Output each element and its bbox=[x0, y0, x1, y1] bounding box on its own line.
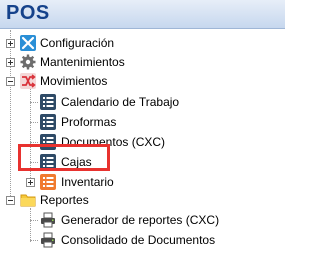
tree-item-label: Mantenimientos bbox=[40, 55, 125, 69]
expand-toggle[interactable] bbox=[26, 178, 35, 187]
tree-item-label: Proformas bbox=[61, 115, 117, 129]
tree-item-calendario[interactable]: Calendario de Trabajo bbox=[0, 92, 285, 112]
list-icon bbox=[40, 94, 56, 110]
tree-item-movimientos[interactable]: Movimientos bbox=[0, 71, 285, 91]
tree-item-consolidado[interactable]: Consolidado de Documentos bbox=[0, 230, 285, 250]
panel-title: POS bbox=[6, 2, 50, 24]
tree-item-label: Generador de reportes (CXC) bbox=[61, 213, 220, 227]
tree-item-label: Inventario bbox=[61, 175, 114, 189]
tree-item-label: Consolidado de Documentos bbox=[61, 233, 216, 247]
expand-toggle[interactable] bbox=[6, 58, 15, 67]
tree-item-mantenimientos[interactable]: Mantenimientos bbox=[0, 52, 285, 72]
tree-item-label: Calendario de Trabajo bbox=[61, 95, 180, 109]
tree-item-reportes[interactable]: Reportes bbox=[0, 190, 285, 210]
tree-item-inventario[interactable]: Inventario bbox=[0, 172, 285, 192]
collapse-toggle[interactable] bbox=[6, 196, 15, 205]
list-icon bbox=[40, 114, 56, 130]
tree-item-configuracion[interactable]: Configuración bbox=[0, 33, 285, 53]
panel-header: POS bbox=[0, 0, 285, 29]
tree-item-generador[interactable]: Generador de reportes (CXC) bbox=[0, 210, 285, 230]
gear-icon bbox=[20, 54, 36, 70]
shuffle-icon bbox=[20, 73, 36, 89]
highlight-annotation bbox=[18, 144, 110, 171]
tree-item-label: Configuración bbox=[40, 36, 115, 50]
wrench-screwdriver-icon bbox=[20, 35, 36, 51]
tree-item-proformas[interactable]: Proformas bbox=[0, 112, 285, 132]
tree-item-label: Movimientos bbox=[40, 74, 108, 88]
printer-icon bbox=[40, 212, 56, 228]
expand-toggle[interactable] bbox=[6, 39, 15, 48]
tree-item-label: Reportes bbox=[40, 193, 89, 207]
folder-icon bbox=[20, 192, 36, 208]
list-orange-icon bbox=[40, 174, 56, 190]
collapse-toggle[interactable] bbox=[6, 77, 15, 86]
printer-icon bbox=[40, 232, 56, 248]
